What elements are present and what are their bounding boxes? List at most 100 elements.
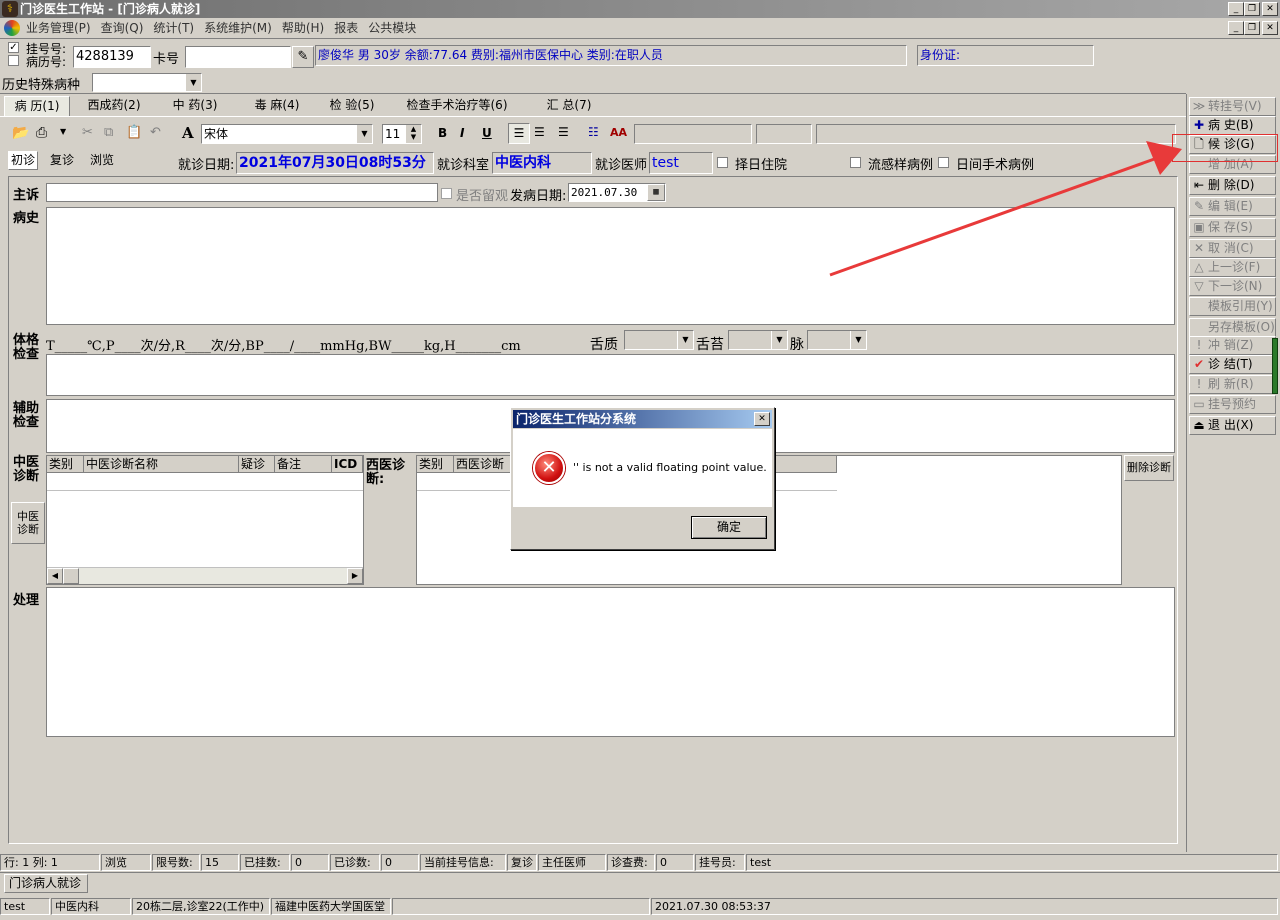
paste-icon[interactable]: 📋 — [126, 125, 142, 140]
tab-lab[interactable]: 检 验(5) — [320, 96, 384, 116]
undo-icon[interactable]: ↶ — [150, 125, 161, 140]
print-icon[interactable]: ⎙ — [36, 125, 47, 141]
dialog-ok-button[interactable]: 确定 — [691, 516, 767, 539]
dialog-close-button[interactable]: ✕ — [754, 412, 770, 426]
tab-exam-treatment[interactable]: 检查手术治疗等(6) — [394, 96, 520, 116]
visit-date-value: 2021年07月30日08时53分 — [236, 152, 434, 174]
mdi-tab-patient-visit[interactable]: 门诊病人就诊 — [4, 874, 88, 893]
scroll-right-icon[interactable]: ▶ — [347, 568, 363, 584]
chevron-down-icon[interactable]: ▼ — [185, 74, 201, 91]
side-delete-button[interactable]: ⇤ 删 除(D) — [1189, 176, 1276, 195]
side-history-button[interactable]: ✚ 病 史(B) — [1189, 116, 1276, 135]
tcm-horizontal-scrollbar[interactable]: ◀ ▶ — [47, 567, 363, 584]
tcm-col-icd[interactable]: ICD码 — [332, 456, 363, 473]
side-reverse-button[interactable]: ! 冲 销(Z) — [1189, 336, 1276, 355]
side-transfer-reg-button[interactable]: ≫ 转挂号(V) — [1189, 97, 1276, 116]
chevron-down-icon[interactable]: ▼ — [771, 331, 787, 349]
subtab-browse[interactable]: 浏览 — [84, 152, 120, 170]
chevron-down-icon[interactable]: ▼ — [677, 331, 693, 349]
mdi-restore-button[interactable]: ❐ — [1244, 21, 1260, 35]
card-reader-button[interactable]: ✎ — [292, 46, 314, 68]
side-template-use-button[interactable]: 模板引用(Y) — [1189, 297, 1276, 316]
mdi-minimize-button[interactable]: _ — [1228, 21, 1244, 35]
side-exit-button[interactable]: ⏏ 退 出(X) — [1189, 416, 1276, 435]
tcm-col-name[interactable]: 中医诊断名称 — [84, 456, 239, 473]
restore-button[interactable]: ❐ — [1244, 2, 1260, 16]
tcm-diagnosis-label: 中医诊断 — [13, 455, 40, 484]
menu-report[interactable]: 报表 — [334, 18, 358, 38]
patient-info-text: 廖俊华 男 30岁 余额:77.64 费别:福州市医保中心 类别:在职人员 — [318, 48, 663, 62]
delete-diagnosis-button[interactable]: 删除诊断 — [1124, 455, 1174, 481]
minimize-button[interactable]: _ — [1228, 2, 1244, 16]
side-cancel-button[interactable]: ✕ 取 消(C) — [1189, 239, 1276, 258]
close-button[interactable]: ✕ — [1262, 2, 1278, 16]
side-appointment-button[interactable]: ▭ 挂号预约 — [1189, 395, 1276, 414]
chevron-down-icon[interactable]: ▼ — [356, 125, 372, 143]
tcm-col-note[interactable]: 备注 — [275, 456, 332, 473]
spinner-arrows-icon[interactable]: ▲ ▼ — [405, 125, 421, 143]
scroll-left-icon[interactable]: ◀ — [47, 568, 63, 584]
complaint-input[interactable] — [46, 183, 438, 202]
record-no-checkbox[interactable] — [8, 55, 19, 66]
side-scroll-indicator[interactable] — [1272, 338, 1278, 394]
mdi-close-button[interactable]: ✕ — [1262, 21, 1278, 35]
side-save-template-button[interactable]: 另存模板(O) — [1189, 318, 1276, 337]
font-color-button[interactable]: AA — [610, 126, 627, 139]
exam-textarea[interactable] — [46, 354, 1175, 396]
chevron-down-icon[interactable]: ▼ — [60, 127, 66, 136]
scroll-thumb[interactable] — [63, 568, 79, 584]
side-prev-visit-button[interactable]: △ 上一诊(F) — [1189, 258, 1276, 277]
coating-select[interactable]: ▼ — [728, 330, 788, 350]
chevron-down-icon[interactable]: ▼ — [850, 331, 866, 349]
card-input[interactable] — [185, 46, 291, 68]
tcm-col-suspect[interactable]: 疑诊 — [239, 456, 275, 473]
bullet-list-icon[interactable]: ☷ — [588, 125, 599, 139]
treatment-textarea[interactable] — [46, 587, 1175, 737]
menu-business[interactable]: 业务管理(P) — [26, 18, 91, 38]
tcm-col-type[interactable]: 类别 — [47, 456, 84, 473]
menu-query[interactable]: 查询(Q) — [101, 18, 144, 38]
copy-icon[interactable]: ⧉ — [104, 125, 113, 140]
menu-maintenance[interactable]: 系统维护(M) — [204, 18, 272, 38]
side-finish-visit-button[interactable]: ✔ 诊 结(T) — [1189, 355, 1276, 374]
table-row[interactable] — [47, 473, 363, 491]
tab-summary[interactable]: 汇 总(7) — [534, 96, 604, 116]
hospitalize-checkbox[interactable] — [717, 157, 728, 168]
font-size-spinner[interactable]: 11 ▲ ▼ — [382, 124, 422, 144]
tab-western-drug[interactable]: 西成药(2) — [78, 96, 150, 116]
bold-button[interactable]: B — [438, 126, 447, 140]
cut-icon[interactable]: ✂ — [82, 125, 93, 140]
italic-button[interactable]: I — [460, 126, 464, 140]
tab-chinese-drug[interactable]: 中 药(3) — [160, 96, 230, 116]
menu-help[interactable]: 帮助(H) — [282, 18, 324, 38]
subtab-first-visit[interactable]: 初诊 — [8, 151, 38, 170]
side-refresh-button[interactable]: ! 刷 新(R) — [1189, 375, 1276, 394]
menu-public[interactable]: 公共模块 — [368, 18, 416, 38]
underline-button[interactable]: U — [482, 126, 492, 140]
onset-date-input[interactable]: 2021.07.30 ▦ — [568, 183, 666, 202]
menu-stats[interactable]: 统计(T) — [153, 18, 194, 38]
subtab-revisit[interactable]: 复诊 — [44, 152, 80, 170]
reg-no-checkbox[interactable]: ✓ — [8, 42, 19, 53]
align-left-icon[interactable]: ☰ — [508, 123, 530, 144]
tongue-select[interactable]: ▼ — [624, 330, 694, 350]
side-save-button[interactable]: ▣ 保 存(S) — [1189, 218, 1276, 237]
side-next-visit-button[interactable]: ▽ 下一诊(N) — [1189, 277, 1276, 296]
dialog-title-bar[interactable]: 门诊医生工作站分系统 — [513, 410, 772, 428]
side-edit-button[interactable]: ✎ 编 辑(E) — [1189, 197, 1276, 216]
align-center-icon[interactable]: ☰ — [534, 125, 545, 139]
open-folder-icon[interactable]: 📂 — [12, 125, 29, 141]
reg-no-input[interactable]: 4288139 — [73, 46, 151, 68]
font-name-select[interactable]: 宋体 ▼ — [201, 124, 373, 144]
app-icon[interactable]: ⚕ — [2, 1, 18, 17]
tab-narcotic[interactable]: 毒 麻(4) — [243, 96, 311, 116]
observe-checkbox[interactable] — [441, 188, 452, 199]
pulse-select[interactable]: ▼ — [807, 330, 867, 350]
tcm-diagnosis-button[interactable]: 中医诊断 — [11, 502, 45, 544]
align-right-icon[interactable]: ☰ — [558, 125, 569, 139]
calendar-icon[interactable]: ▦ — [647, 184, 665, 201]
tab-record[interactable]: 病 历(1) — [4, 96, 70, 116]
west-col-type[interactable]: 类别 — [417, 456, 454, 473]
window-title-bar[interactable]: 门诊医生工作站 - [门诊病人就诊] — [0, 0, 1280, 18]
history-special-select[interactable]: ▼ — [92, 73, 202, 92]
